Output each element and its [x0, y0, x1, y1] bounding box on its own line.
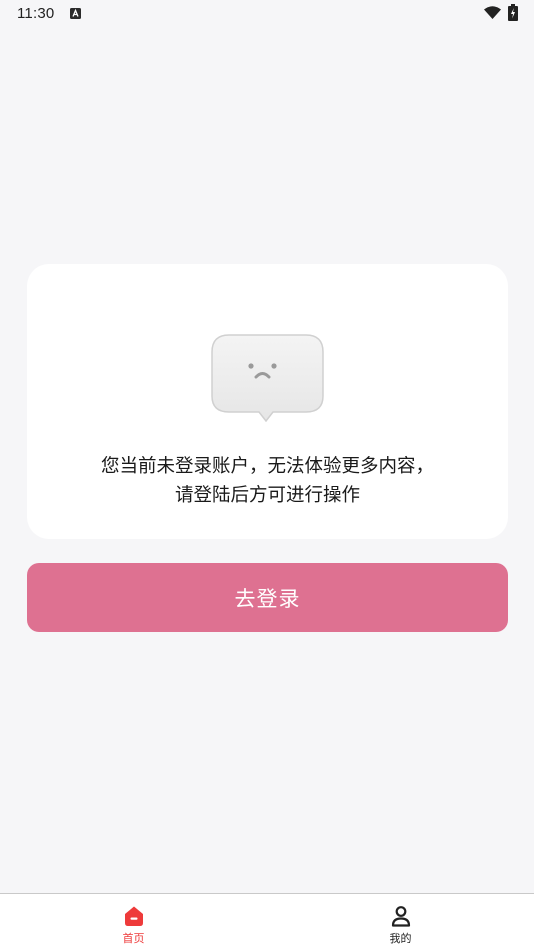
status-time: 11:30 — [17, 5, 55, 22]
a-square-icon — [70, 8, 81, 19]
login-required-line-2: 请登陆后方可进行操作 — [174, 485, 360, 506]
tab-mine-label: 我的 — [389, 932, 412, 945]
home-icon — [124, 906, 143, 926]
status-bar: 11:30 — [0, 0, 534, 30]
tab-home[interactable]: 首页 — [0, 894, 267, 951]
tab-mine[interactable]: 我的 — [267, 894, 534, 951]
go-login-button[interactable]: 去登录 — [27, 563, 508, 632]
sad-speech-bubble-icon — [211, 334, 324, 422]
bottom-nav: 首页 我的 — [0, 893, 534, 951]
tab-home-label: 首页 — [122, 932, 145, 945]
wifi-icon — [484, 6, 501, 19]
login-required-line-1: 您当前未登录账户，无法体验更多内容， — [100, 456, 434, 477]
battery-charging-icon — [508, 4, 518, 21]
login-required-message: 您当前未登录账户，无法体验更多内容， 请登陆后方可进行操作 — [27, 452, 508, 510]
go-login-button-label: 去登录 — [234, 586, 301, 611]
user-icon — [391, 906, 410, 927]
